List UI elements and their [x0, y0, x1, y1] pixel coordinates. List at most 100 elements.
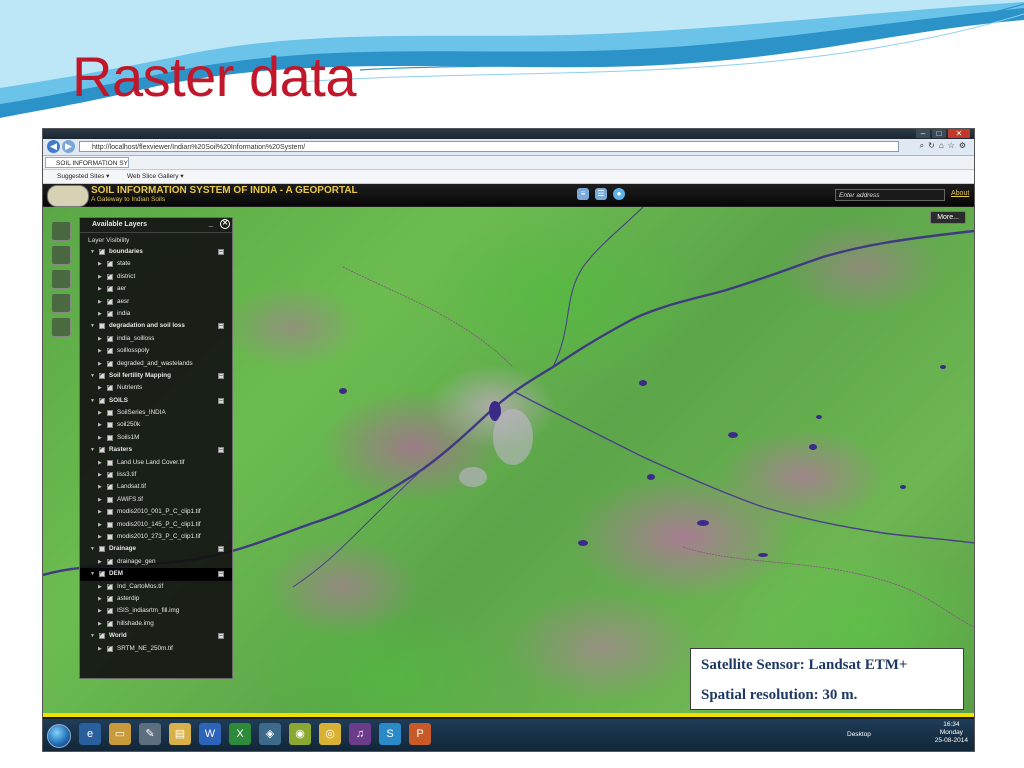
collapse-arrow-icon[interactable]: ▼	[90, 395, 95, 407]
layer-visibility-checkbox[interactable]	[107, 642, 113, 654]
layer-row[interactable]: ▶ liss3.tif	[80, 468, 232, 481]
collapse-arrow-icon[interactable]: ▼	[90, 543, 95, 555]
expand-arrow-icon[interactable]: ▶	[98, 531, 102, 543]
arcgis-icon[interactable]: ◉	[289, 723, 311, 745]
expand-arrow-icon[interactable]: ▶	[98, 308, 102, 320]
layer-row[interactable]: ▶ soillosspoly	[80, 344, 232, 357]
collapse-arrow-icon[interactable]: ▼	[90, 630, 95, 642]
layer-visibility-checkbox[interactable]	[107, 357, 113, 369]
expand-arrow-icon[interactable]: ▶	[98, 519, 102, 531]
full-extent-tool-icon[interactable]	[51, 293, 71, 313]
layer-group-row[interactable]: ▼ Soil fertility Mapping –	[80, 369, 232, 382]
favorite-web-slice-gallery[interactable]: Web Slice Gallery ▾	[127, 172, 184, 180]
favorite-suggested-sites[interactable]: Suggested Sites ▾	[57, 172, 109, 180]
layer-group-options-icon[interactable]: –	[218, 633, 224, 640]
address-search-input[interactable]: Enter address	[835, 189, 945, 201]
layer-row[interactable]: ▶ AWiFS.tif	[80, 494, 232, 506]
start-button-icon[interactable]	[47, 724, 71, 748]
layer-visibility-checkbox[interactable]	[107, 422, 113, 429]
expand-arrow-icon[interactable]: ▶	[98, 643, 102, 655]
layer-visibility-checkbox[interactable]	[99, 245, 105, 257]
layer-visibility-checkbox[interactable]	[107, 617, 113, 629]
layer-row[interactable]: ▶ Landsat.tif	[80, 480, 232, 493]
layer-group-options-icon[interactable]: –	[218, 397, 224, 404]
expand-arrow-icon[interactable]: ▶	[98, 419, 102, 431]
layer-visibility-checkbox[interactable]	[99, 567, 105, 580]
expand-arrow-icon[interactable]: ▶	[98, 345, 102, 357]
layer-group-row[interactable]: ▼ Drainage –	[80, 543, 232, 555]
ie-icon[interactable]: e	[79, 723, 101, 745]
expand-arrow-icon[interactable]: ▶	[98, 581, 102, 593]
chrome-icon[interactable]: ◎	[319, 723, 341, 745]
layer-group-row[interactable]: ▼ Rasters –	[80, 443, 232, 456]
expand-arrow-icon[interactable]: ▶	[98, 605, 102, 617]
layer-row[interactable]: ▶ ISIS_indiasrtm_fill.img	[80, 604, 232, 617]
layer-visibility-checkbox[interactable]	[99, 546, 105, 553]
layer-visibility-checkbox[interactable]	[107, 533, 113, 540]
desktop-label[interactable]: Desktop	[847, 731, 871, 738]
zoom-in-tool-icon[interactable]	[51, 245, 71, 265]
about-link[interactable]: About	[951, 190, 969, 197]
layer-group-options-icon[interactable]: –	[218, 447, 224, 454]
layer-visibility-checkbox[interactable]	[107, 307, 113, 319]
paint-icon[interactable]: ✎	[139, 723, 161, 745]
expand-arrow-icon[interactable]: ▶	[98, 271, 102, 283]
layer-visibility-checkbox[interactable]	[107, 434, 113, 441]
layer-visibility-checkbox[interactable]	[99, 629, 105, 642]
collapse-arrow-icon[interactable]: ▼	[90, 370, 95, 382]
layer-group-row[interactable]: ▼DEM–	[80, 567, 232, 581]
collapse-arrow-icon[interactable]: ▼	[90, 444, 95, 456]
layer-group-row[interactable]: ▼ boundaries –	[80, 245, 232, 258]
layer-visibility-checkbox[interactable]	[107, 344, 113, 357]
map-scroll-strip[interactable]	[43, 713, 974, 717]
layer-row[interactable]: ▶ aesr	[80, 295, 232, 308]
expand-arrow-icon[interactable]: ▶	[98, 506, 102, 518]
layer-row[interactable]: ▶ modis2010_273_P_C_clip1.tif	[80, 531, 232, 543]
home-icon[interactable]: ⌂	[939, 141, 944, 151]
gear-icon[interactable]: ⚙	[959, 141, 966, 151]
skype-icon[interactable]: S	[379, 723, 401, 745]
layer-visibility-checkbox[interactable]	[107, 410, 113, 417]
layer-row[interactable]: ▶ Land Use Land Cover.tif	[80, 457, 232, 469]
collapse-arrow-icon[interactable]: ▼	[90, 568, 95, 580]
collapse-arrow-icon[interactable]: ▼	[90, 246, 95, 258]
favorites-star-icon[interactable]: ☆	[948, 141, 955, 151]
previous-extent-tool-icon[interactable]	[51, 317, 71, 337]
folder-icon[interactable]: ▭	[109, 723, 131, 745]
expand-arrow-icon[interactable]: ▶	[98, 481, 102, 493]
layer-visibility-checkbox[interactable]	[107, 521, 113, 528]
collapse-arrow-icon[interactable]: ▼	[90, 320, 95, 332]
expand-arrow-icon[interactable]: ▶	[98, 407, 102, 419]
layer-row[interactable]: ▶ SRTM_NE_250m.tif	[80, 642, 232, 655]
layer-group-row[interactable]: ▼World–	[80, 629, 232, 642]
layer-row[interactable]: ▶ modis2010_001_P_C_clip1.tif	[80, 506, 232, 518]
layer-visibility-checkbox[interactable]	[107, 496, 113, 503]
close-window-button[interactable]: ✕	[948, 129, 970, 138]
system-tray-clock[interactable]: 16:34 Monday 25-08-2014	[935, 721, 968, 745]
word-icon[interactable]: W	[199, 723, 221, 745]
pan-tool-icon[interactable]	[51, 221, 71, 241]
expand-arrow-icon[interactable]: ▶	[98, 258, 102, 270]
layer-group-row[interactable]: ▼ SOILS –	[80, 394, 232, 407]
notes-icon[interactable]: ▤	[169, 723, 191, 745]
search-icon[interactable]: ⌕	[920, 141, 924, 151]
expand-arrow-icon[interactable]: ▶	[98, 333, 102, 345]
layer-row[interactable]: ▶ aer	[80, 282, 232, 295]
layer-visibility-checkbox[interactable]	[107, 282, 113, 295]
layer-visibility-checkbox[interactable]	[107, 592, 113, 604]
layer-visibility-checkbox[interactable]	[107, 270, 113, 282]
layer-row[interactable]: ▶ district	[80, 270, 232, 283]
layer-group-row[interactable]: ▼ degradation and soil loss –	[80, 320, 232, 332]
layer-group-options-icon[interactable]: –	[218, 323, 224, 330]
tab-soil-information[interactable]: SOIL INFORMATION SYST...	[45, 157, 129, 168]
layer-group-options-icon[interactable]: –	[218, 571, 224, 578]
gis-icon[interactable]: ◈	[259, 723, 281, 745]
expand-arrow-icon[interactable]: ▶	[98, 593, 102, 605]
layer-row[interactable]: ▶ Ind_CartoMos.tif	[80, 580, 232, 593]
expand-arrow-icon[interactable]: ▶	[98, 494, 102, 506]
expand-arrow-icon[interactable]: ▶	[98, 283, 102, 295]
minimize-button[interactable]: –	[916, 129, 930, 138]
layer-visibility-checkbox[interactable]	[107, 295, 113, 307]
layer-row[interactable]: ▶ india_soilloss	[80, 332, 232, 345]
back-icon[interactable]: ◀	[47, 140, 60, 153]
